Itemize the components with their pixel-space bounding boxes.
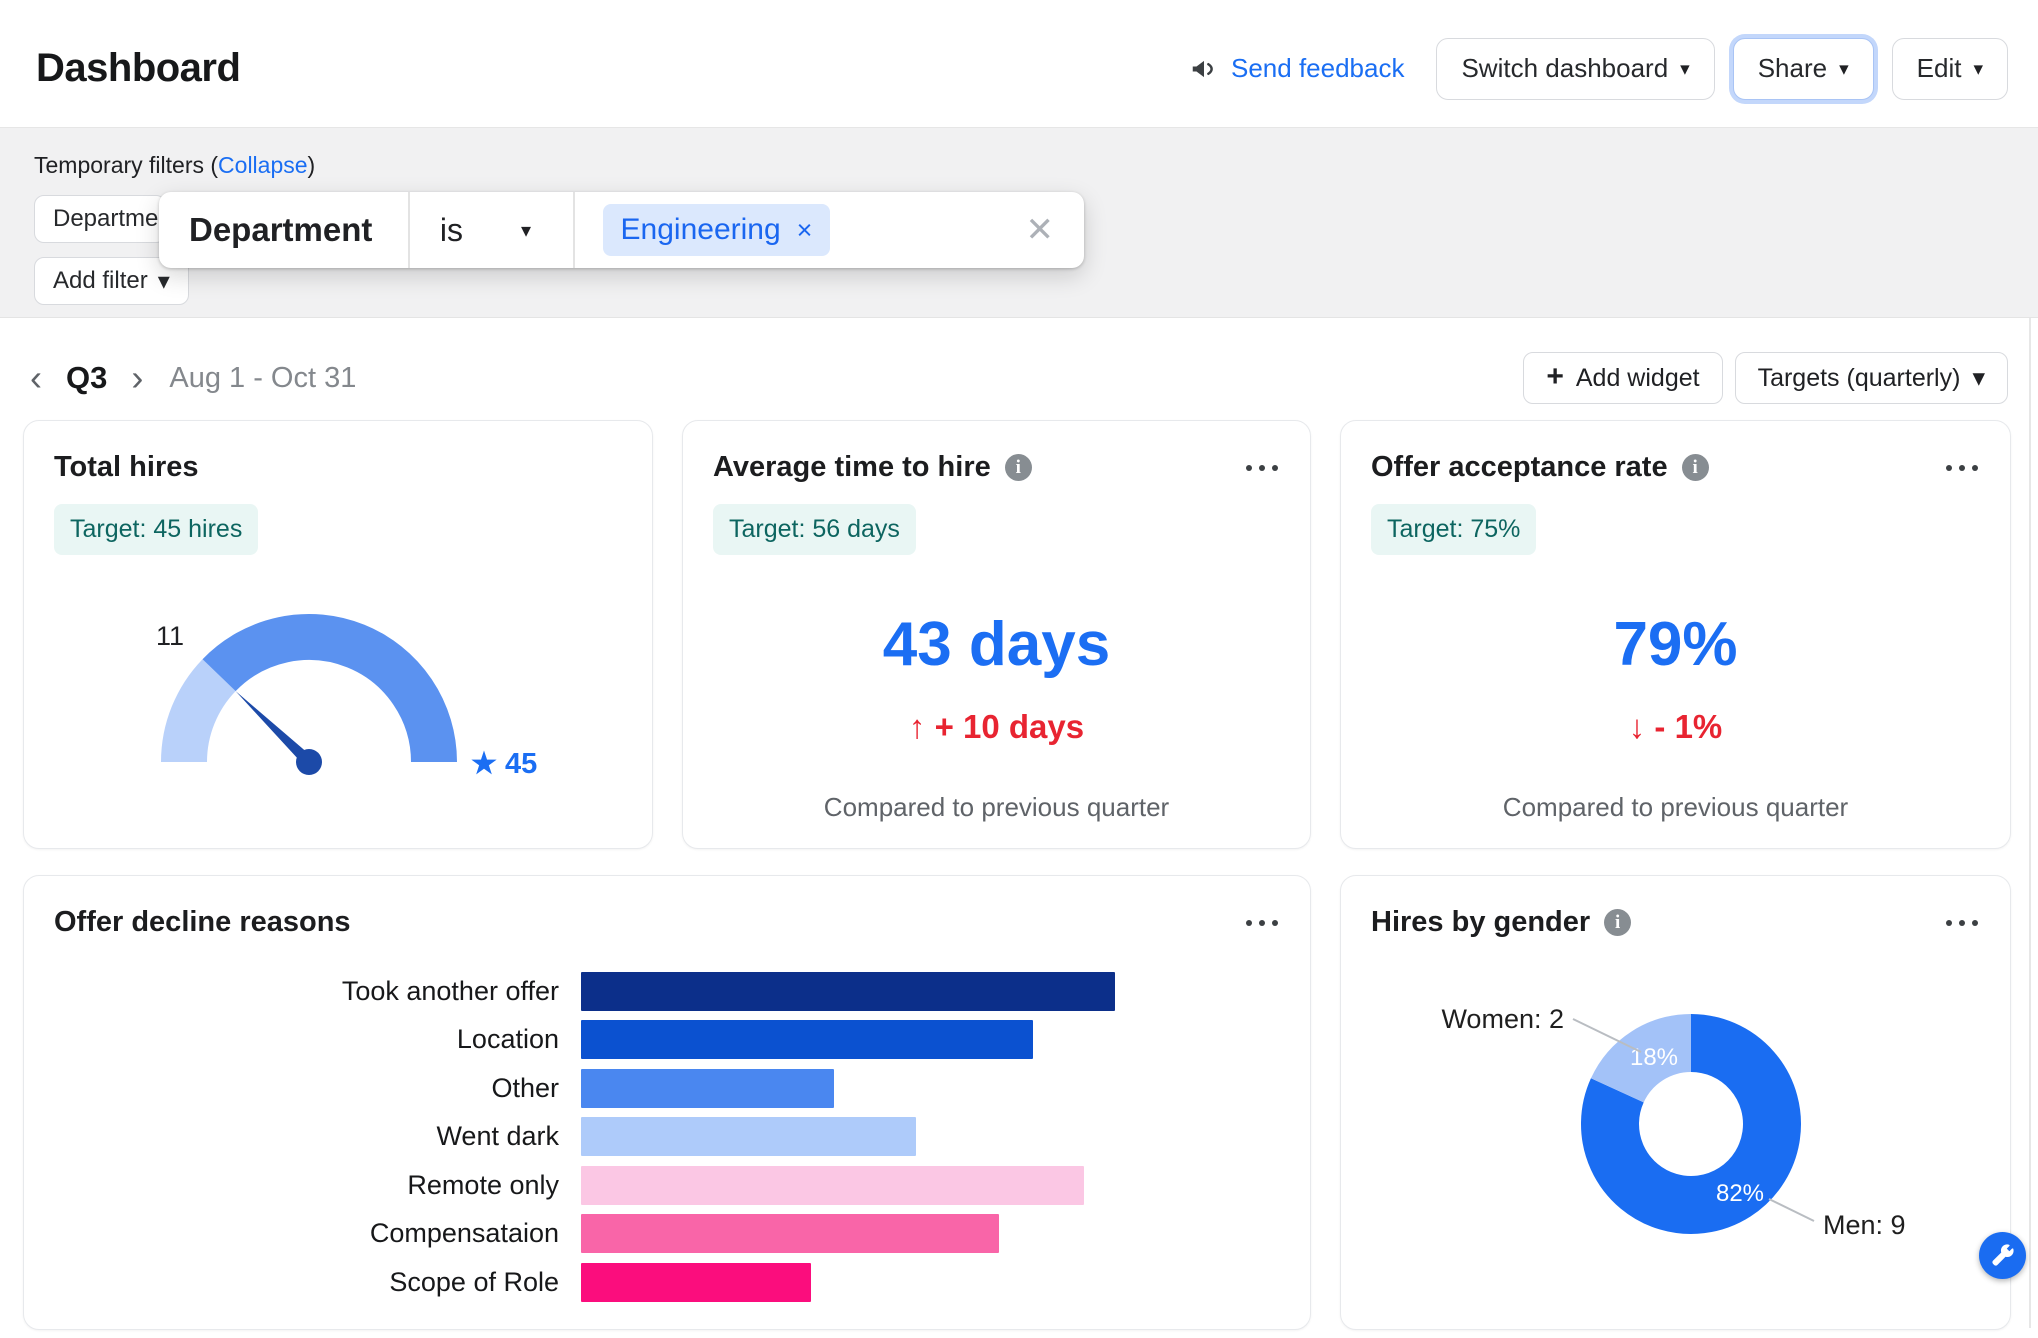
temporary-filters-panel: Temporary filters (Collapse) Department … [0, 128, 2038, 318]
plus-icon: + [1546, 362, 1564, 392]
up-arrow-icon: ↑ [909, 708, 926, 745]
target-badge: Target: 45 hires [54, 504, 258, 555]
card-title: Total hires [54, 451, 199, 484]
edit-button[interactable]: Edit ▾ [1892, 38, 2008, 100]
period-row: ‹ Q3 › Aug 1 - Oct 31 + Add widget Targe… [28, 352, 2008, 404]
bar-label: Compensataion [54, 1218, 581, 1249]
share-button[interactable]: Share ▾ [1733, 38, 1874, 100]
add-widget-button[interactable]: + Add widget [1523, 352, 1722, 404]
svg-text:18%: 18% [1630, 1044, 1678, 1071]
temporary-filters-label: Temporary filters (Collapse) [34, 152, 2038, 179]
department-filter-button[interactable]: Department ▾ [34, 195, 166, 243]
bar-row: Went dark [54, 1113, 1280, 1162]
bar [581, 1263, 811, 1302]
header: Dashboard Send feedback Switch dashboard… [0, 0, 2038, 128]
svg-text:Women: 2: Women: 2 [1441, 1004, 1564, 1034]
bar [581, 1069, 834, 1108]
bar-label: Scope of Role [54, 1267, 581, 1298]
chevron-down-icon: ▾ [1839, 58, 1849, 81]
bar-row: Scope of Role [54, 1258, 1280, 1307]
support-wrench-fab[interactable] [1979, 1232, 2026, 1279]
svg-text:★ 45: ★ 45 [471, 748, 537, 780]
divider [573, 192, 575, 268]
decline-reasons-bar-chart: Took another offer Location Other Went dark… [54, 967, 1280, 1307]
page-title: Dashboard [36, 46, 240, 91]
svg-text:82%: 82% [1716, 1180, 1764, 1207]
bar [581, 1020, 1033, 1059]
svg-text:11: 11 [156, 621, 184, 651]
bar-row: Remote only [54, 1161, 1280, 1210]
more-menu-icon[interactable] [1244, 459, 1280, 477]
bar-row: Compensataion [54, 1210, 1280, 1259]
bar [581, 1117, 916, 1156]
offer-acceptance-rate-card: Offer acceptance rate i Target: 75% 79% … [1340, 420, 2011, 849]
targets-button[interactable]: Targets (quarterly) ▾ [1735, 352, 2008, 404]
kpi-delta: ↑ + 10 days [713, 708, 1280, 746]
info-icon[interactable]: i [1005, 454, 1032, 481]
target-badge: Target: 75% [1371, 504, 1536, 555]
bar-label: Location [54, 1024, 581, 1055]
average-time-to-hire-card: Average time to hire i Target: 56 days 4… [682, 420, 1311, 849]
offer-decline-reasons-card: Offer decline reasons Took another offer… [23, 875, 1311, 1330]
kpi-value: 43 days [713, 609, 1280, 680]
svg-text:Men: 9: Men: 9 [1823, 1210, 1906, 1240]
hires-by-gender-card: Hires by gender i 18% 82% Women: 2 Men: 9 [1340, 875, 2011, 1330]
bar [581, 1214, 999, 1253]
collapse-link[interactable]: Collapse [218, 152, 308, 178]
remove-value-icon[interactable]: × [797, 215, 813, 246]
filter-value-chip[interactable]: Engineering × [603, 204, 831, 256]
card-title: Offer acceptance rate [1371, 451, 1668, 484]
bar-label: Other [54, 1073, 581, 1104]
date-range: Aug 1 - Oct 31 [169, 362, 356, 395]
more-menu-icon[interactable] [1944, 459, 1980, 477]
more-menu-icon[interactable] [1944, 914, 1980, 932]
vertical-scrollbar[interactable] [2029, 318, 2031, 1328]
comparison-note: Compared to previous quarter [713, 792, 1280, 823]
kpi-delta: ↓ - 1% [1371, 708, 1980, 746]
quarter-label: Q3 [66, 360, 107, 396]
card-title: Hires by gender [1371, 906, 1590, 939]
kpi-value: 79% [1371, 609, 1980, 680]
bar-row: Location [54, 1016, 1280, 1065]
down-arrow-icon: ↓ [1629, 708, 1646, 745]
bar-row: Other [54, 1064, 1280, 1113]
next-quarter-icon[interactable]: › [129, 360, 145, 396]
card-title: Offer decline reasons [54, 906, 351, 939]
wrench-icon [1989, 1242, 2016, 1269]
send-feedback-label: Send feedback [1231, 53, 1404, 84]
switch-dashboard-button[interactable]: Switch dashboard ▾ [1436, 38, 1714, 100]
period-actions: + Add widget Targets (quarterly) ▾ [1523, 352, 2008, 404]
chevron-down-icon: ▾ [521, 218, 531, 243]
more-menu-icon[interactable] [1244, 914, 1280, 932]
filter-field-label[interactable]: Department [159, 211, 408, 249]
info-icon[interactable]: i [1604, 909, 1631, 936]
chevron-down-icon: ▾ [1972, 363, 1985, 393]
total-hires-gauge: 11 ★ 45 [24, 421, 651, 847]
chevron-down-icon: ▾ [1680, 58, 1690, 81]
bar-label: Took another offer [54, 976, 581, 1007]
megaphone-icon [1189, 54, 1219, 84]
header-actions: Send feedback Switch dashboard ▾ Share ▾… [1189, 38, 2008, 100]
hires-by-gender-donut: 18% 82% Women: 2 Men: 9 [1341, 876, 2009, 1328]
chevron-down-icon: ▾ [1973, 58, 1983, 81]
chevron-down-icon: ▾ [158, 267, 170, 296]
close-popup-icon[interactable]: ✕ [1026, 210, 1055, 250]
widget-grid: Total hires Target: 45 hires 11 ★ 45 Aver… [23, 420, 2038, 1330]
total-hires-card: Total hires Target: 45 hires 11 ★ 45 [23, 420, 653, 849]
send-feedback-link[interactable]: Send feedback [1189, 53, 1404, 84]
bar-label: Remote only [54, 1170, 581, 1201]
filter-editor-popup: Department is ▾ Engineering × ✕ [159, 192, 1084, 268]
previous-quarter-icon[interactable]: ‹ [28, 360, 44, 396]
comparison-note: Compared to previous quarter [1371, 792, 1980, 823]
bar-row: Took another offer [54, 967, 1280, 1016]
bar [581, 1166, 1084, 1205]
target-badge: Target: 56 days [713, 504, 916, 555]
card-title: Average time to hire [713, 451, 991, 484]
info-icon[interactable]: i [1682, 454, 1709, 481]
filter-operator-dropdown[interactable]: is ▾ [410, 212, 573, 249]
bar-label: Went dark [54, 1121, 581, 1152]
bar [581, 972, 1115, 1011]
